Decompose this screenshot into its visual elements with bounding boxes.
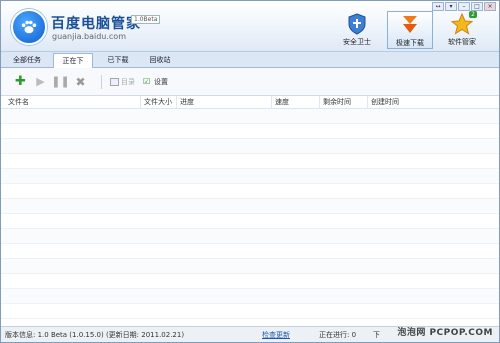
tab-recycle-bin[interactable]: 回收站 bbox=[143, 53, 177, 68]
open-directory-button[interactable]: 目录 bbox=[110, 77, 135, 87]
col-progress[interactable]: 进度 bbox=[177, 96, 272, 109]
table-header: 文件名 文件大小 进度 速度 剩余时间 创建时间 bbox=[1, 96, 499, 109]
col-filesize[interactable]: 文件大小 bbox=[141, 96, 177, 109]
table-row bbox=[1, 184, 499, 199]
table-row bbox=[1, 109, 499, 124]
window-controls: ↔ ▾ – □ × bbox=[432, 2, 496, 11]
tab-downloaded[interactable]: 已下载 bbox=[101, 53, 135, 68]
paw-icon bbox=[21, 20, 37, 34]
watermark: 泡泡网 PCPOP.COM bbox=[397, 328, 493, 338]
download-arrow-icon bbox=[403, 16, 417, 33]
brand-url: guanjia.baidu.com bbox=[52, 32, 126, 41]
start-button[interactable]: ▶ bbox=[33, 74, 48, 89]
table-row bbox=[1, 259, 499, 274]
table-row bbox=[1, 154, 499, 169]
nav-security[interactable]: 安全卫士 bbox=[334, 13, 380, 47]
settings-button[interactable]: ☑ 设置 bbox=[143, 77, 168, 87]
nav-software-label: 软件管家 bbox=[448, 38, 476, 46]
table-row bbox=[1, 214, 499, 229]
close-button[interactable]: × bbox=[484, 2, 496, 11]
tab-downloading[interactable]: 正在下载 bbox=[53, 53, 93, 80]
restore-layout-button[interactable]: ↔ bbox=[432, 2, 444, 11]
table-row bbox=[1, 169, 499, 184]
status-more: 下 bbox=[373, 331, 380, 339]
pause-button[interactable]: ❚❚ bbox=[51, 74, 69, 89]
download-table: 文件名 文件大小 进度 速度 剩余时间 创建时间 bbox=[1, 96, 499, 326]
nav-software[interactable]: 2 软件管家 bbox=[439, 11, 485, 47]
folder-icon bbox=[110, 77, 119, 86]
header: 百度电脑管家 1.0Beta guanjia.baidu.com ↔ ▾ – □… bbox=[1, 1, 499, 51]
table-row bbox=[1, 244, 499, 259]
update-count-badge: 2 bbox=[469, 11, 477, 18]
brand-title: 百度电脑管家 bbox=[51, 16, 141, 32]
brand-version: 1.0Beta bbox=[131, 15, 161, 24]
toolbar: ✚ ▶ ❚❚ ✖ 目录 ☑ 设置 bbox=[1, 68, 499, 96]
settings-label: 设置 bbox=[154, 77, 168, 86]
running-count: 正在进行: 0 bbox=[319, 331, 357, 339]
col-remaining[interactable]: 剩余时间 bbox=[320, 96, 368, 109]
logo bbox=[11, 9, 47, 45]
table-row bbox=[1, 139, 499, 154]
menu-button[interactable]: ▾ bbox=[445, 2, 457, 11]
shield-icon bbox=[348, 13, 366, 35]
table-row bbox=[1, 274, 499, 289]
settings-check-icon: ☑ bbox=[143, 77, 151, 86]
app-window: 百度电脑管家 1.0Beta guanjia.baidu.com ↔ ▾ – □… bbox=[0, 0, 500, 343]
delete-button[interactable]: ✖ bbox=[73, 74, 88, 89]
col-created[interactable]: 创建时间 bbox=[368, 96, 499, 109]
add-task-button[interactable]: ✚ bbox=[13, 74, 28, 89]
table-body bbox=[1, 109, 499, 319]
tab-all-tasks[interactable]: 全部任务 bbox=[7, 53, 47, 68]
toolbar-divider bbox=[101, 74, 102, 89]
maximize-button[interactable]: □ bbox=[471, 2, 483, 11]
table-row bbox=[1, 199, 499, 214]
table-row bbox=[1, 289, 499, 304]
col-filename[interactable]: 文件名 bbox=[5, 96, 141, 109]
nav-download-label: 极速下载 bbox=[396, 39, 424, 47]
check-update-link[interactable]: 检查更新 bbox=[262, 327, 290, 342]
directory-label: 目录 bbox=[121, 77, 135, 86]
nav-security-label: 安全卫士 bbox=[343, 38, 371, 46]
nav-download[interactable]: 极速下载 bbox=[387, 11, 433, 49]
table-row bbox=[1, 229, 499, 244]
table-row bbox=[1, 124, 499, 139]
table-row bbox=[1, 304, 499, 319]
minimize-button[interactable]: – bbox=[458, 2, 470, 11]
version-info: 版本信息: 1.0 Beta (1.0.15.0) (更新日期: 2011.02… bbox=[5, 331, 185, 339]
tab-bar: 全部任务 正在下载 已下载 回收站 bbox=[1, 51, 499, 80]
col-speed[interactable]: 速度 bbox=[272, 96, 320, 109]
